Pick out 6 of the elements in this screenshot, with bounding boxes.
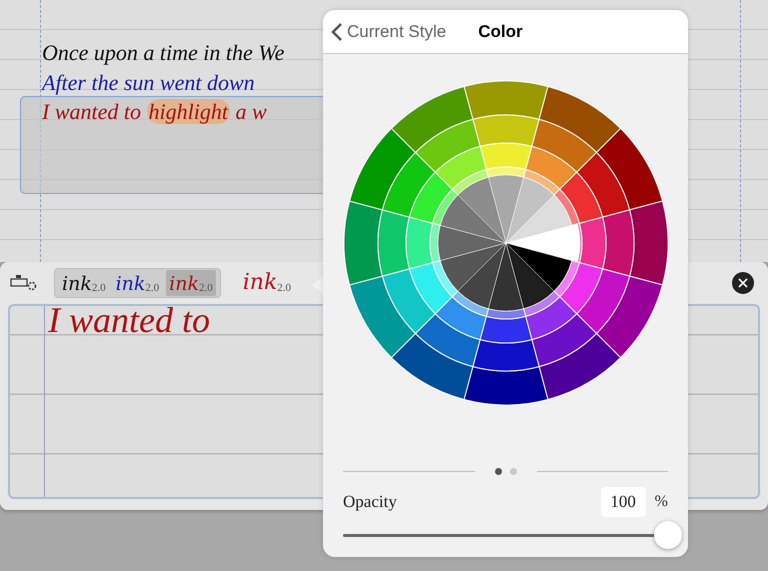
opacity-label: Opacity [343, 491, 397, 514]
percent-unit: % [654, 492, 668, 512]
popover-title: Color [478, 20, 523, 43]
handwritten-line: Once upon a time in the We [42, 39, 286, 67]
handwritten-line: After the sun went down [42, 69, 256, 97]
handwritten-text: I wanted to [46, 300, 211, 340]
